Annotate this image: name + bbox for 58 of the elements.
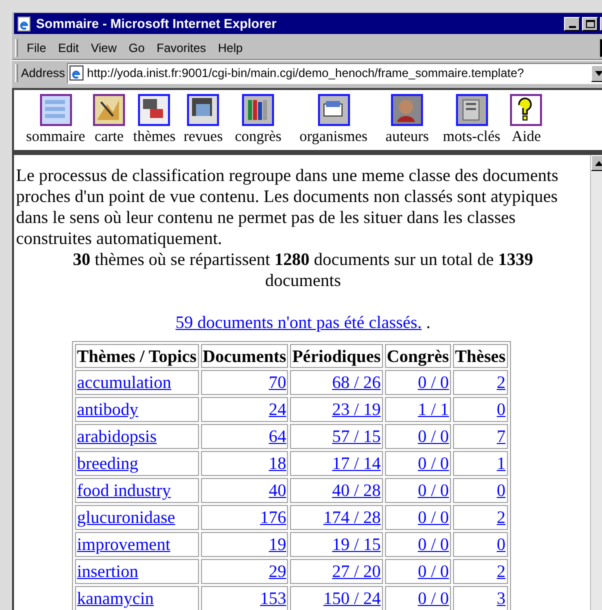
nav-link[interactable]: carte [94,128,124,146]
count-link[interactable]: 2 [496,561,506,581]
summary-text: 30 thèmes où se répartissent 1280 documents sur un total de 1339 documents [72,249,534,291]
count-link[interactable]: 1 [496,453,506,473]
nav-link[interactable]: auteurs [386,128,429,146]
column-header: Thèmes / Topics [75,344,199,368]
maximize-button[interactable] [582,16,598,30]
maximize-icon [586,20,594,28]
count-link[interactable]: 0 [496,480,506,500]
count-link[interactable]: 24 [268,399,286,419]
stack-icon[interactable] [40,94,72,126]
count-link[interactable]: 19 [268,534,286,554]
count-link[interactable]: 64 [268,426,286,446]
nav-link[interactable]: organismes [299,128,368,146]
minimize-button[interactable] [564,16,580,30]
count-link[interactable]: 7 [496,426,506,446]
column-header: Documents [200,344,288,368]
count-link[interactable]: 3 [496,588,506,608]
column-header: Périodiques [290,344,383,368]
window-title: Sommaire - Microsoft Internet Explorer [36,14,277,33]
map-icon[interactable] [93,94,126,126]
menu-item[interactable]: Favorites [152,38,211,56]
count-link[interactable]: 2 [496,507,506,527]
page-icon [69,65,86,81]
person-icon[interactable] [391,94,424,126]
nav-link[interactable]: congrès [234,128,282,146]
caret-icon [595,70,602,76]
books-icon[interactable] [242,94,274,126]
menu-item[interactable]: Go [124,38,150,56]
nav-link[interactable]: thèmes [133,128,176,146]
count-link[interactable]: 40 [268,480,286,500]
menu-item[interactable]: Edit [53,38,84,56]
nav-link[interactable]: Aide [512,128,541,146]
nav-link[interactable]: sommaire [26,128,86,146]
trailing-period: . [426,312,430,332]
address-url: http://yoda.inist.fr:9001/cgi-bin/main.cgi/demo_henoch/frame_sommaire.template? [87,65,524,82]
browser-logo-icon [16,16,32,32]
address-field[interactable]: http://yoda.inist.fr:9001/cgi-bin/main.cgi/demo_henoch/frame_sommaire.template? [67,62,602,84]
menu-item[interactable]: File [22,38,52,56]
menu-item[interactable]: View [86,38,122,56]
count-link[interactable]: 0 [496,399,506,419]
unclassified-link[interactable]: 59 documents n'ont pas été classés. [176,312,422,332]
column-header: Congrès [384,344,451,368]
count-link[interactable]: 0 [496,534,506,554]
menu-item[interactable]: Help [213,38,248,56]
nav-link[interactable]: mots-clés [442,128,500,146]
nav-link[interactable]: revues [184,128,223,146]
count-link[interactable]: 70 [268,372,286,392]
help-icon[interactable] [510,94,542,126]
column-header: Thèses [452,344,508,368]
address-label: Address [21,65,66,82]
minimize-icon [568,26,576,28]
caret-icon [595,160,602,166]
intro-paragraph: Le processus de classification regroupe dans une meme classe des documents proches d'un point de vue contenu. Les documents non classés sont atypiques dans le sens où leur contenu ne permet pas de les situer dans les classes construites automatiquement. [16,165,560,249]
files-icon[interactable] [318,94,350,126]
count-link[interactable]: 29 [268,561,286,581]
count-link[interactable]: 18 [268,453,286,473]
count-link[interactable]: 2 [496,372,506,392]
